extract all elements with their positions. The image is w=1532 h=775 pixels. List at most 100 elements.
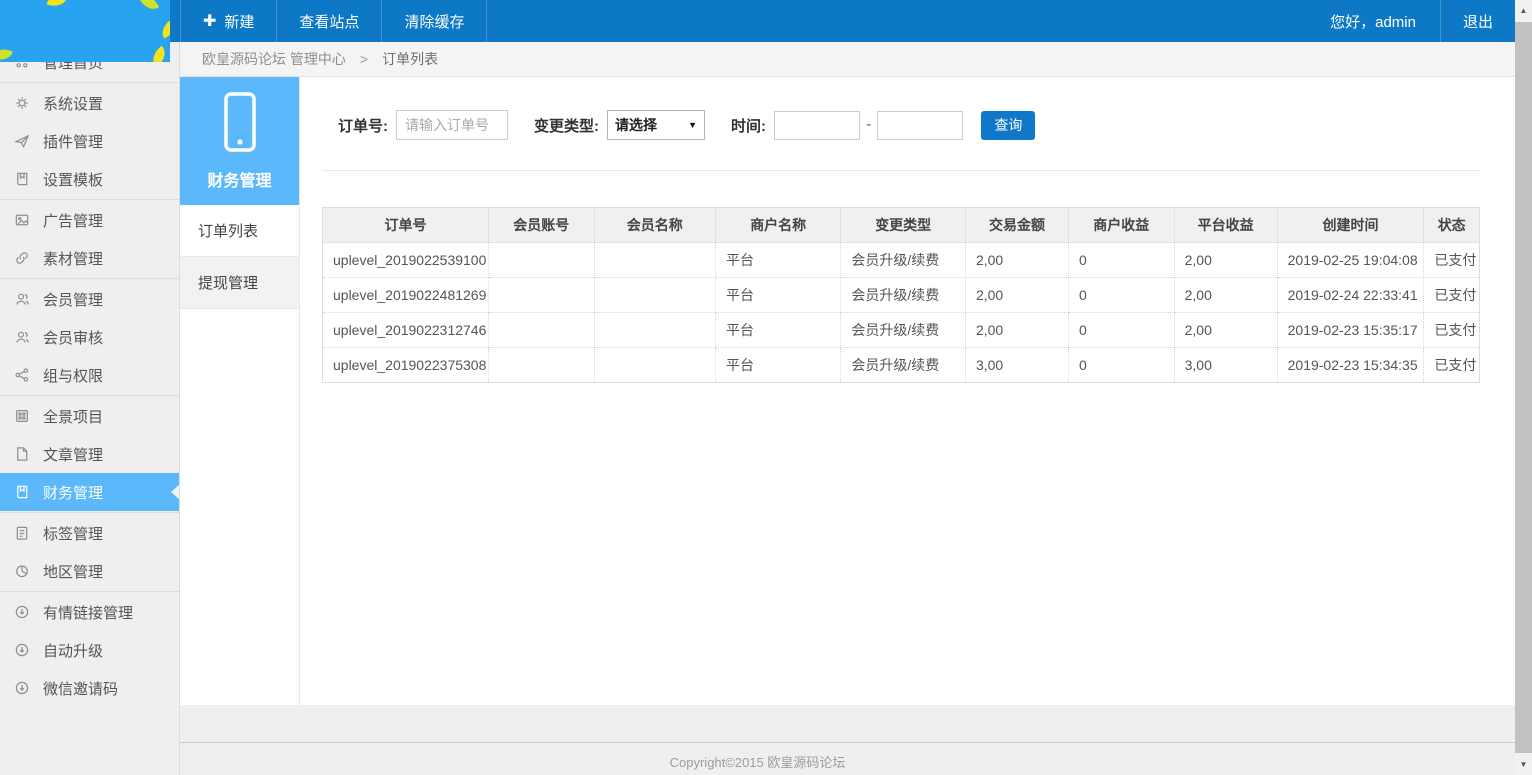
- table-cell: 平台: [715, 313, 840, 348]
- view-site-label: 查看站点: [299, 11, 359, 32]
- table-cell: 已支付: [1424, 348, 1480, 383]
- sidebar-item-tags[interactable]: 标签管理: [0, 514, 179, 552]
- table-cell: [594, 313, 715, 348]
- breadcrumb-current: 订单列表: [382, 49, 438, 69]
- table-cell: 平台: [715, 348, 840, 383]
- column-header: 状态: [1424, 208, 1480, 243]
- column-header: 商户收益: [1068, 208, 1174, 243]
- table-cell: uplevel_2019022312746: [323, 313, 489, 348]
- orders-table: 订单号会员账号会员名称商户名称变更类型交易金额商户收益平台收益创建时间状态 up…: [322, 207, 1480, 383]
- table-cell: uplevel_2019022375308: [323, 348, 489, 383]
- time-label: 时间:: [731, 115, 766, 136]
- active-notch: [171, 485, 179, 499]
- sidebar-item-materials[interactable]: 素材管理: [0, 239, 179, 277]
- sidebar-item-articles[interactable]: 文章管理: [0, 435, 179, 473]
- main-content: 订单号: 变更类型: 请选择 ▼ 时间: - 查询 订单号会员账号会员名称商户名…: [300, 77, 1515, 705]
- sidebar-item-members[interactable]: 会员管理: [0, 280, 179, 318]
- table-cell: 2019-02-25 19:04:08: [1277, 243, 1424, 278]
- chevron-down-icon: ▼: [688, 120, 697, 130]
- sidebar-item-groups-permissions[interactable]: 组与权限: [0, 356, 179, 394]
- sidebar-item-ads[interactable]: 广告管理: [0, 201, 179, 239]
- submenu-header: 财务管理: [180, 77, 299, 205]
- time-end-input[interactable]: [877, 111, 963, 140]
- submenu-item-withdrawal[interactable]: 提现管理: [180, 257, 299, 309]
- submenu-title: 财务管理: [207, 167, 271, 191]
- leaf-icon: [148, 46, 170, 62]
- search-form: 订单号: 变更类型: 请选择 ▼ 时间: - 查询: [338, 110, 1480, 140]
- admin-app: ✚ 新建 查看站点 清除缓存 您好，admin 退出 欧皇源码论坛 管理中心 >…: [0, 0, 1532, 775]
- new-button[interactable]: ✚ 新建: [180, 0, 276, 42]
- clear-cache-button[interactable]: 清除缓存: [381, 0, 487, 42]
- paper-plane-icon: [14, 133, 30, 149]
- user-check-icon: [14, 329, 30, 345]
- change-type-select[interactable]: 请选择 ▼: [607, 110, 705, 140]
- download-circle-icon: [14, 642, 30, 658]
- vertical-scrollbar: ▲ ▼: [1515, 0, 1532, 775]
- user-greeting: 您好，admin: [1306, 0, 1440, 42]
- book-icon: [14, 171, 30, 187]
- table-cell: 2,00: [965, 313, 1068, 348]
- table-cell: [594, 278, 715, 313]
- sidebar-item-wechat-invite[interactable]: 微信邀请码: [0, 669, 179, 707]
- table-cell: 2019-02-24 22:33:41: [1277, 278, 1424, 313]
- phone-icon: [217, 91, 263, 155]
- top-header: ✚ 新建 查看站点 清除缓存 您好，admin 退出: [0, 0, 1515, 42]
- scrollbar-up-arrow[interactable]: ▲: [1515, 2, 1532, 19]
- scrollbar-down-arrow[interactable]: ▼: [1515, 756, 1532, 773]
- table-cell: 已支付: [1424, 313, 1480, 348]
- grid-icon: [14, 408, 30, 424]
- table-cell: 会员升级/续费: [841, 278, 966, 313]
- breadcrumb-separator: >: [360, 51, 368, 67]
- table-cell: 会员升级/续费: [841, 348, 966, 383]
- plus-icon: ✚: [203, 11, 216, 31]
- submenu-item-order-list[interactable]: 订单列表: [180, 205, 299, 257]
- footer-divider: [180, 742, 1515, 743]
- table-cell: 0: [1068, 278, 1174, 313]
- table-cell: 0: [1068, 313, 1174, 348]
- table-cell: [488, 243, 594, 278]
- image-icon: [14, 212, 30, 228]
- table-cell: 会员升级/续费: [841, 243, 966, 278]
- table-cell: 2,00: [1174, 313, 1277, 348]
- main-sidebar: 管理首页 系统设置 插件管理 设置模板 广告管理: [0, 42, 180, 775]
- sidebar-item-plugins[interactable]: 插件管理: [0, 122, 179, 160]
- table-cell: 已支付: [1424, 243, 1480, 278]
- sidebar-item-member-review[interactable]: 会员审核: [0, 318, 179, 356]
- sidebar-item-friend-links[interactable]: 有情链接管理: [0, 593, 179, 631]
- form-divider: [322, 170, 1480, 171]
- table-row: uplevel_2019022539100平台会员升级/续费2,0002,002…: [323, 243, 1480, 278]
- leaf-icon: [0, 45, 13, 62]
- leaf-icon: [47, 0, 68, 9]
- sidebar-item-panorama-projects[interactable]: 全景项目: [0, 397, 179, 435]
- sidebar-item-regions[interactable]: 地区管理: [0, 552, 179, 590]
- logout-button[interactable]: 退出: [1440, 0, 1515, 42]
- table-row: uplevel_2019022312746平台会员升级/续费2,0002,002…: [323, 313, 1480, 348]
- link-icon: [14, 250, 30, 266]
- file-icon: [14, 446, 30, 462]
- sidebar-item-system-settings[interactable]: 系统设置: [0, 84, 179, 122]
- view-site-button[interactable]: 查看站点: [276, 0, 381, 42]
- search-button[interactable]: 查询: [981, 111, 1035, 140]
- order-no-input[interactable]: [396, 110, 508, 140]
- scrollbar-thumb[interactable]: [1515, 22, 1532, 753]
- order-no-label: 订单号:: [338, 115, 388, 136]
- table-cell: 2,00: [1174, 278, 1277, 313]
- change-type-value: 请选择: [615, 115, 657, 135]
- sidebar-item-auto-upgrade[interactable]: 自动升级: [0, 631, 179, 669]
- change-type-label: 变更类型:: [534, 115, 599, 136]
- sidebar-item-templates[interactable]: 设置模板: [0, 160, 179, 198]
- table-cell: [488, 278, 594, 313]
- table-cell: 2,00: [965, 243, 1068, 278]
- finance-book-icon: [14, 484, 30, 500]
- column-header: 会员名称: [594, 208, 715, 243]
- breadcrumb-site[interactable]: 欧皇源码论坛 管理中心: [202, 49, 346, 69]
- download-circle-icon: [14, 680, 30, 696]
- header-right: 您好，admin 退出: [1306, 0, 1515, 42]
- new-button-label: 新建: [224, 11, 254, 32]
- time-start-input[interactable]: [774, 111, 860, 140]
- leaf-icon: [158, 18, 170, 38]
- table-cell: [488, 313, 594, 348]
- table-cell: 2,00: [965, 278, 1068, 313]
- site-logo: [0, 0, 170, 62]
- sidebar-item-finance[interactable]: 财务管理: [0, 473, 179, 511]
